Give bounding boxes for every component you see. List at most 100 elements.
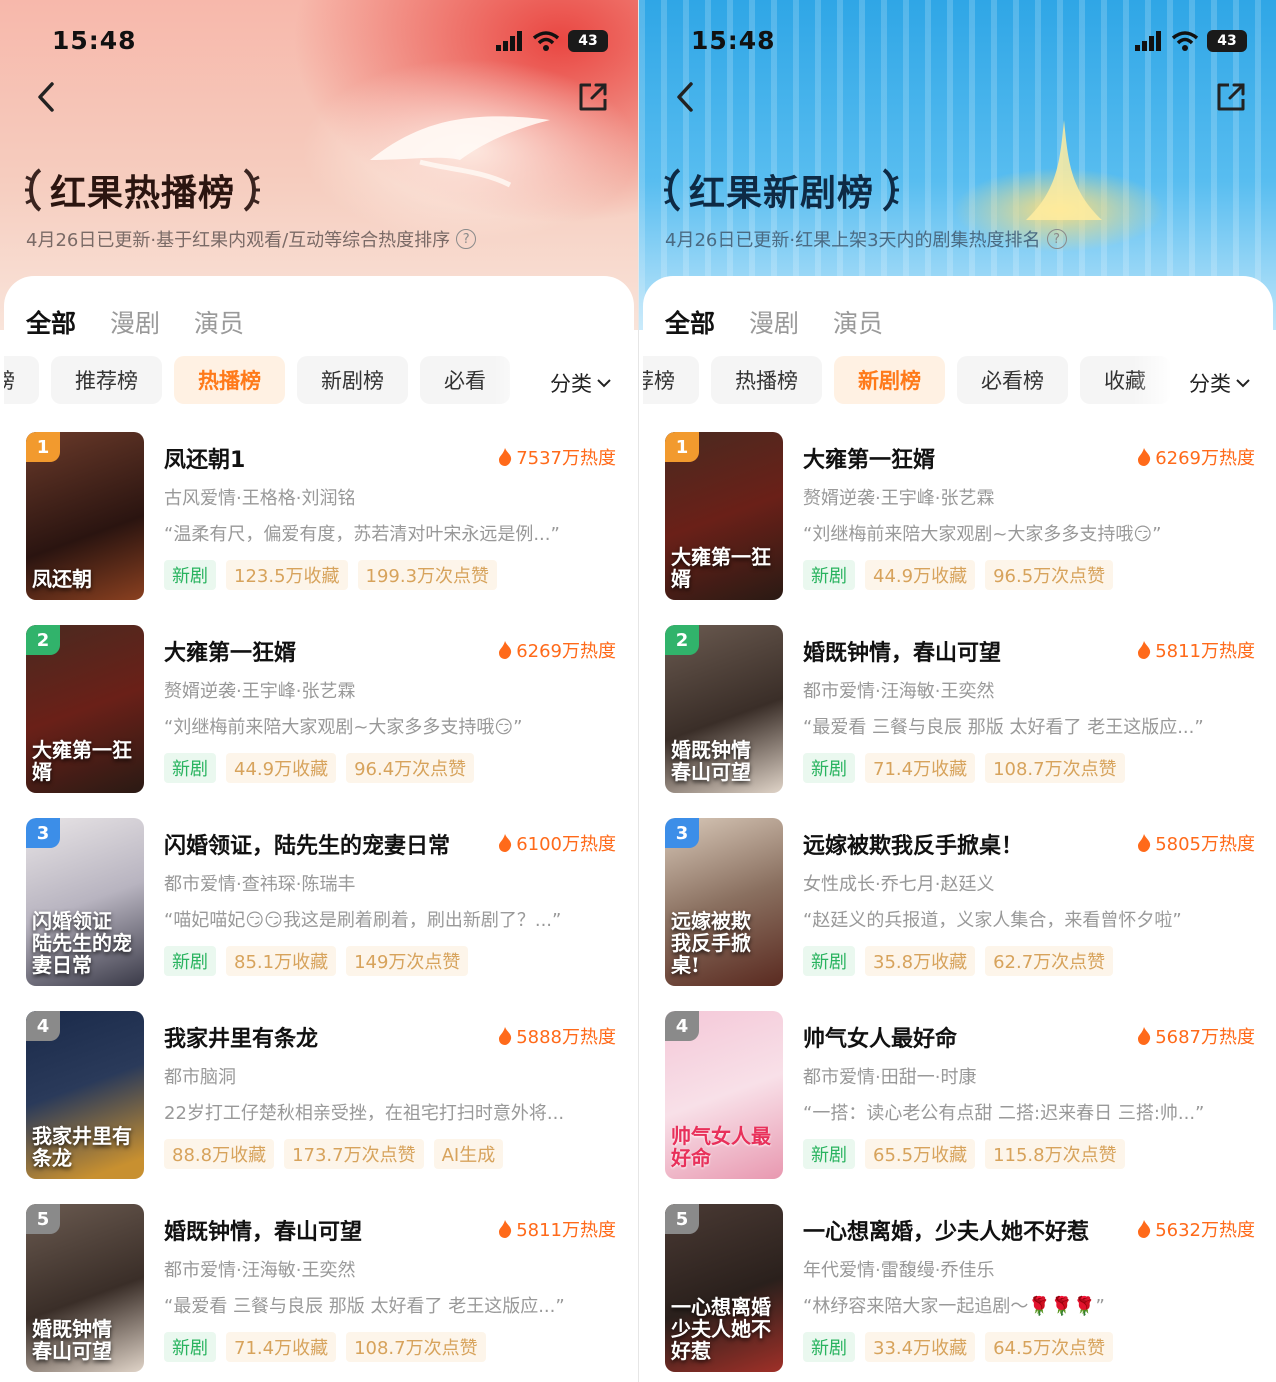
flame-icon [499, 1027, 512, 1045]
rank-badge: 1 [26, 432, 60, 462]
drama-tags: 新剧 35.8万收藏 62.7万次点赞 [803, 946, 1114, 976]
drama-cover[interactable]: 3 远嫁被欺 我反手掀桌! [665, 818, 783, 986]
tab-comics[interactable]: 漫剧 [749, 304, 799, 340]
wifi-icon [1171, 31, 1199, 51]
drama-cover[interactable]: 2 大雍第一狂婿 [26, 625, 144, 793]
tab-actors[interactable]: 演员 [833, 304, 883, 340]
drama-cover[interactable]: 4 我家井里有条龙 [26, 1011, 144, 1179]
back-icon[interactable] [669, 80, 703, 114]
share-icon[interactable] [1214, 80, 1248, 114]
list-item[interactable]: 1 凤还朝 凤还朝1 7537万热度 古风爱情·王格格·刘润铭 “温柔有尺，偏爱… [26, 432, 616, 600]
rank-badge: 3 [26, 818, 60, 848]
drama-cover[interactable]: 4 帅气女人最好命 [665, 1011, 783, 1179]
drama-meta: 都市爱情·田甜一·时康 [803, 1067, 977, 1088]
chip-total[interactable]: 榜 [4, 356, 39, 404]
likes-tag: 199.3万次点赞 [357, 560, 498, 590]
rank-badge: 5 [665, 1204, 699, 1234]
rank-badge: 2 [26, 625, 60, 655]
chip-new[interactable]: 新剧榜 [834, 356, 945, 404]
drama-title[interactable]: 远嫁被欺我反手掀桌！ [803, 828, 1023, 860]
flame-icon [1138, 1027, 1151, 1045]
drama-tags: 88.8万收藏 173.7万次点赞 AI生成 [164, 1139, 504, 1169]
ranking-sheet: 全部 漫剧 演员 榜 推荐榜 热播榜 新剧榜 必看 分类 1 凤还朝 凤还朝1 … [4, 276, 634, 1382]
heat-score: 6269万热度 [498, 637, 616, 663]
favorites-tag: 71.4万收藏 [226, 1332, 337, 1362]
tab-comics[interactable]: 漫剧 [110, 304, 160, 340]
list-item[interactable]: 2 大雍第一狂婿 大雍第一狂婿 6269万热度 赘婿逆袭·王宇峰·张艺霖 “刘继… [26, 625, 616, 793]
page-subtitle: 4月26日已更新·红果上架3天内的剧集热度排名 ? [665, 226, 1067, 252]
chip-hot[interactable]: 热播榜 [174, 356, 285, 404]
drama-quote: “刘继梅前来陪大家观剧~大家多多支持哦😏” [164, 717, 523, 738]
list-item[interactable]: 4 帅气女人最好命 帅气女人最好命 5687万热度 都市爱情·田甜一·时康 “一… [665, 1011, 1255, 1179]
drama-title[interactable]: 婚既钟情，春山可望 [164, 1214, 362, 1246]
drama-title[interactable]: 闪婚领证，陆先生的宠妻日常 [164, 828, 450, 860]
new-tag: 新剧 [803, 1332, 855, 1362]
drama-meta: 年代爱情·雷馥缦·乔佳乐 [803, 1260, 995, 1281]
drama-tags: 新剧 65.5万收藏 115.8万次点赞 [803, 1139, 1125, 1169]
heat-score: 7537万热度 [498, 444, 616, 470]
rank-badge: 4 [26, 1011, 60, 1041]
drama-cover[interactable]: 3 闪婚领证 陆先生的宠妻日常 [26, 818, 144, 986]
ranking-title-row: 红果新剧榜 [663, 164, 900, 216]
list-item[interactable]: 4 我家井里有条龙 我家井里有条龙 5888万热度 都市脑洞 22岁打工仔楚秋相… [26, 1011, 616, 1179]
heat-score: 5687万热度 [1137, 1023, 1255, 1049]
category-filter[interactable]: 分类 [550, 368, 612, 398]
signal-icon [496, 31, 522, 51]
likes-tag: 173.7万次点赞 [284, 1139, 424, 1169]
drama-cover[interactable]: 1 凤还朝 [26, 432, 144, 600]
flame-icon [1138, 834, 1151, 852]
list-item[interactable]: 1 大雍第一狂婿 大雍第一狂婿 6269万热度 赘婿逆袭·王宇峰·张艺霖 “刘继… [665, 432, 1255, 600]
list-item[interactable]: 5 婚既钟情 春山可望 婚既钟情，春山可望 5811万热度 都市爱情·汪海敏·王… [26, 1204, 616, 1372]
drama-cover[interactable]: 1 大雍第一狂婿 [665, 432, 783, 600]
heat-score: 5632万热度 [1137, 1216, 1255, 1242]
list-item[interactable]: 3 闪婚领证 陆先生的宠妻日常 闪婚领证，陆先生的宠妻日常 6100万热度 都市… [26, 818, 616, 986]
likes-tag: 64.5万次点赞 [985, 1332, 1114, 1362]
list-item[interactable]: 3 远嫁被欺 我反手掀桌! 远嫁被欺我反手掀桌！ 5805万热度 女性成长·乔七… [665, 818, 1255, 986]
tab-all[interactable]: 全部 [26, 304, 76, 340]
flame-icon [499, 1220, 512, 1238]
likes-tag: 96.4万次点赞 [346, 753, 475, 783]
drama-title[interactable]: 婚既钟情，春山可望 [803, 635, 1001, 667]
flame-icon [1138, 641, 1151, 659]
chip-recommend[interactable]: 推荐榜 [51, 356, 162, 404]
chip-new[interactable]: 新剧榜 [297, 356, 408, 404]
status-bar: 15:48 43 [0, 26, 638, 58]
ranking-chips: 荐榜 热播榜 新剧榜 必看榜 收藏 分类 [643, 356, 1273, 408]
ai-generated-tag: AI生成 [433, 1139, 504, 1169]
heat-score: 5811万热度 [1137, 637, 1255, 663]
back-icon[interactable] [30, 80, 64, 114]
help-icon[interactable]: ? [1046, 229, 1067, 249]
heat-score: 6100万热度 [498, 830, 616, 856]
tab-all[interactable]: 全部 [665, 304, 715, 340]
share-icon[interactable] [576, 80, 610, 114]
drama-quote: “刘继梅前来陪大家观剧~大家多多支持哦😏” [803, 524, 1162, 545]
drama-quote: “林纾容来陪大家一起追剧～🌹🌹🌹” [803, 1296, 1105, 1317]
list-item[interactable]: 2 婚既钟情 春山可望 婚既钟情，春山可望 5811万热度 都市爱情·汪海敏·王… [665, 625, 1255, 793]
drama-title[interactable]: 一心想离婚，少夫人她不好惹 [803, 1214, 1089, 1246]
chip-scroll[interactable]: 荐榜 热播榜 新剧榜 必看榜 收藏 [643, 356, 1173, 408]
new-tag: 新剧 [803, 1139, 855, 1169]
favorites-tag: 65.5万收藏 [865, 1139, 976, 1169]
chip-recommend[interactable]: 荐榜 [643, 356, 699, 404]
drama-title[interactable]: 凤还朝1 [164, 442, 245, 474]
phoenix-decoration [370, 116, 550, 188]
drama-tags: 新剧 33.4万收藏 64.5万次点赞 [803, 1332, 1114, 1362]
battery-icon: 43 [1207, 30, 1247, 52]
drama-title[interactable]: 帅气女人最好命 [803, 1021, 957, 1053]
chip-must-watch[interactable]: 必看榜 [957, 356, 1068, 404]
drama-title[interactable]: 我家井里有条龙 [164, 1021, 318, 1053]
tab-actors[interactable]: 演员 [194, 304, 244, 340]
drama-cover[interactable]: 5 婚既钟情 春山可望 [26, 1204, 144, 1372]
help-icon[interactable]: ? [456, 229, 477, 249]
drama-cover[interactable]: 2 婚既钟情 春山可望 [665, 625, 783, 793]
chip-scroll[interactable]: 榜 推荐榜 热播榜 新剧榜 必看 [4, 356, 534, 408]
favorites-tag: 88.8万收藏 [164, 1139, 275, 1169]
drama-cover[interactable]: 5 一心想离婚 少夫人她不好惹 [665, 1204, 783, 1372]
list-item[interactable]: 5 一心想离婚 少夫人她不好惹 一心想离婚，少夫人她不好惹 5632万热度 年代… [665, 1204, 1255, 1372]
chip-hot[interactable]: 热播榜 [711, 356, 822, 404]
heat-score: 5811万热度 [498, 1216, 616, 1242]
drama-title[interactable]: 大雍第一狂婿 [164, 635, 296, 667]
drama-title[interactable]: 大雍第一狂婿 [803, 442, 935, 474]
likes-tag: 108.7万次点赞 [346, 1332, 486, 1362]
category-filter[interactable]: 分类 [1189, 368, 1251, 398]
